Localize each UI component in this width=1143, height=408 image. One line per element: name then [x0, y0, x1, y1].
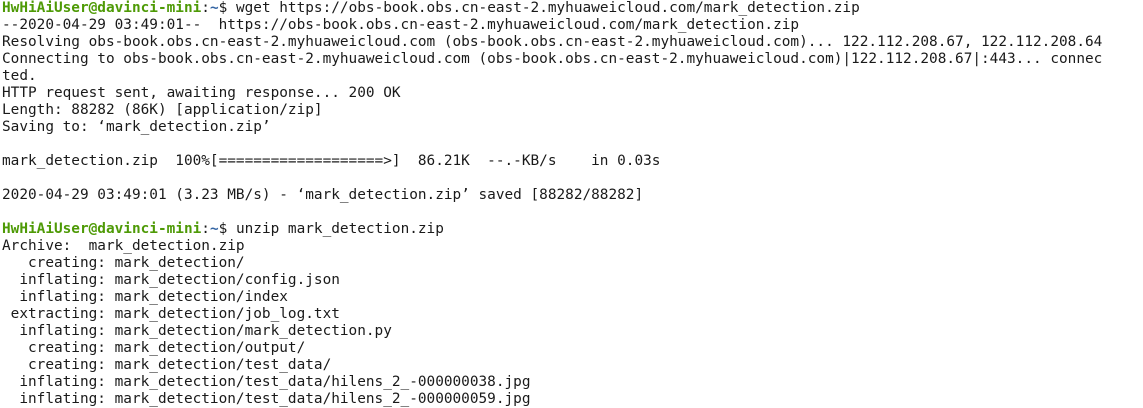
output-line: creating: mark_detection/test_data/ [2, 357, 332, 373]
download-progress-line: mark_detection.zip 100%[================… [2, 153, 661, 169]
output-line: HTTP request sent, awaiting response... … [2, 85, 401, 101]
output-line: inflating: mark_detection/config.json [2, 272, 340, 288]
command-text: unzip mark_detection.zip [235, 221, 444, 237]
output-line: Saving to: ‘mark_detection.zip’ [2, 119, 271, 135]
output-line: inflating: mark_detection/test_data/hile… [2, 374, 531, 390]
output-line: Archive: mark_detection.zip [2, 238, 245, 254]
output-line: inflating: mark_detection/mark_detection… [2, 323, 392, 339]
output-line: Resolving obs-book.obs.cn-east-2.myhuawe… [2, 34, 1103, 50]
output-line: inflating: mark_detection/index [2, 289, 288, 305]
prompt-path: ~ [209, 221, 219, 237]
output-line: creating: mark_detection/ [2, 255, 245, 271]
output-line: creating: mark_detection/output/ [2, 340, 306, 356]
prompt-user-host: HwHiAiUser@davinci-mini [2, 0, 202, 16]
output-line: Length: 88282 (86K) [application/zip] [2, 102, 323, 118]
prompt-user-host: HwHiAiUser@davinci-mini [2, 221, 202, 237]
prompt-symbol: $ [218, 0, 236, 16]
output-line: extracting: mark_detection/job_log.txt [2, 306, 340, 322]
prompt-path: ~ [209, 0, 219, 16]
prompt-symbol: $ [218, 221, 236, 237]
terminal-window[interactable]: HwHiAiUser@davinci-mini:~$ wget https://… [0, 0, 1143, 408]
download-saved-line: 2020-04-29 03:49:01 (3.23 MB/s) - ‘mark_… [2, 187, 644, 203]
output-line: --2020-04-29 03:49:01-- https://obs-book… [2, 17, 800, 33]
prompt-line-wget: HwHiAiUser@davinci-mini:~$ wget https://… [2, 0, 860, 16]
output-line: Connecting to obs-book.obs.cn-east-2.myh… [2, 51, 1103, 67]
command-text: wget https://obs-book.obs.cn-east-2.myhu… [235, 0, 860, 16]
prompt-line-unzip: HwHiAiUser@davinci-mini:~$ unzip mark_de… [2, 221, 444, 237]
output-line: ted. [2, 68, 37, 84]
output-line: inflating: mark_detection/test_data/hile… [2, 391, 531, 407]
